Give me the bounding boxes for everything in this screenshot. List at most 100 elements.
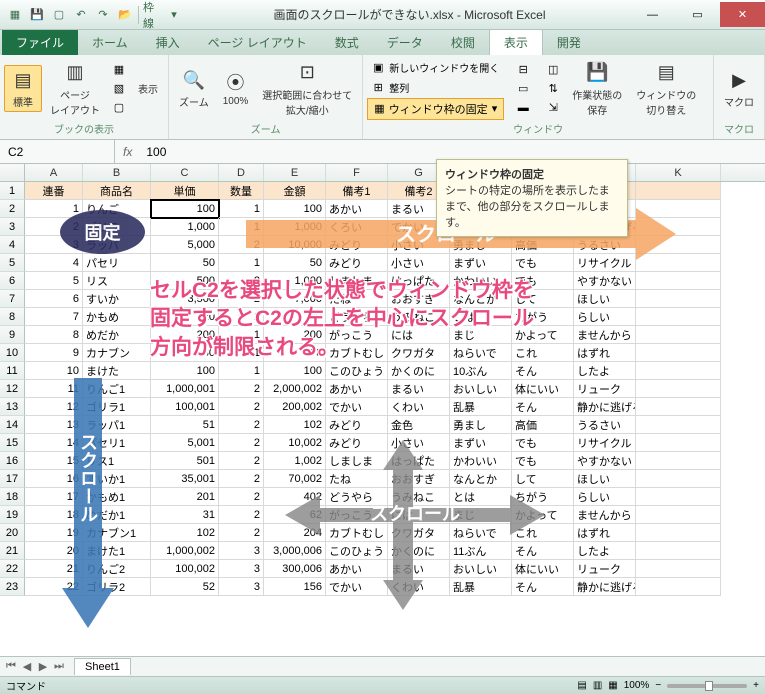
cell[interactable]: めだか	[83, 326, 151, 344]
cell[interactable]: 乱暴	[450, 398, 512, 416]
cell[interactable]: 2	[219, 434, 264, 452]
view-sidebyside-button[interactable]: ◫	[542, 61, 564, 79]
row-header[interactable]: 3	[0, 218, 25, 236]
row-header[interactable]: 12	[0, 380, 25, 398]
tab-ページ レイアウト[interactable]: ページ レイアウト	[194, 30, 321, 55]
cell[interactable]: 備考1	[326, 182, 388, 200]
row-header[interactable]: 21	[0, 542, 25, 560]
new-window-button[interactable]: ▣新しいウィンドウを開く	[367, 58, 504, 77]
cell[interactable]: 4	[25, 254, 83, 272]
cell[interactable]: 6	[25, 290, 83, 308]
cell[interactable]: リサイクル	[574, 434, 636, 452]
view-page-layout-icon[interactable]: ▥	[593, 680, 602, 691]
excel-icon[interactable]: ▦	[6, 6, 24, 24]
row-header[interactable]: 7	[0, 290, 25, 308]
cell[interactable]: かもめ	[83, 308, 151, 326]
select-all-corner[interactable]	[0, 164, 25, 181]
row-header[interactable]: 20	[0, 524, 25, 542]
cell[interactable]: 102	[264, 416, 326, 434]
cell[interactable]: 100	[151, 362, 219, 380]
cell[interactable]: くわい	[388, 398, 450, 416]
cell[interactable]: 静かに逃げろ	[574, 398, 636, 416]
open-icon[interactable]: 📂	[116, 6, 134, 24]
row-header[interactable]: 19	[0, 506, 25, 524]
row-header[interactable]: 8	[0, 308, 25, 326]
cell[interactable]: 102	[151, 524, 219, 542]
zoom-slider-thumb[interactable]	[705, 681, 713, 691]
row-header[interactable]: 23	[0, 578, 25, 596]
close-button[interactable]: ✕	[720, 2, 765, 27]
cell[interactable]: パセリ	[83, 254, 151, 272]
row-header[interactable]: 1	[0, 182, 25, 200]
cell[interactable]: 201	[151, 488, 219, 506]
macros-button[interactable]: ▶マクロ	[718, 66, 760, 111]
fx-icon[interactable]: fx	[115, 145, 140, 159]
cell[interactable]: 体にいい	[512, 380, 574, 398]
cell[interactable]	[636, 506, 721, 524]
cell[interactable]: 1,000,001	[151, 380, 219, 398]
cell[interactable]: 7	[25, 308, 83, 326]
cell[interactable]: 数量	[219, 182, 264, 200]
row-header[interactable]: 9	[0, 326, 25, 344]
row-header[interactable]: 16	[0, 452, 25, 470]
tab-校閲[interactable]: 校閲	[437, 30, 489, 55]
cell[interactable]	[636, 560, 721, 578]
cell[interactable]: カナブン	[83, 344, 151, 362]
cell[interactable]: リューク	[574, 560, 636, 578]
zoom-button[interactable]: 🔍ズーム	[173, 66, 215, 111]
cell[interactable]: 1	[219, 362, 264, 380]
cell[interactable]	[636, 578, 721, 596]
row-header[interactable]: 15	[0, 434, 25, 452]
cell[interactable]: 金色	[388, 416, 450, 434]
cell[interactable]: ほしい	[574, 470, 636, 488]
cell[interactable]: 2	[219, 470, 264, 488]
col-header-B[interactable]: B	[83, 164, 151, 181]
cell[interactable]: 9	[25, 344, 83, 362]
row-header[interactable]: 14	[0, 416, 25, 434]
tab-開発[interactable]: 開発	[543, 30, 595, 55]
cell[interactable]	[636, 524, 721, 542]
show-group-button[interactable]: 表示	[132, 79, 164, 98]
tab-表示[interactable]: 表示	[489, 29, 543, 55]
row-header[interactable]: 18	[0, 488, 25, 506]
col-header-C[interactable]: C	[151, 164, 219, 181]
hide-button[interactable]: ▭	[512, 80, 534, 98]
sheet-nav-prev[interactable]: ◀	[20, 660, 34, 673]
split-button[interactable]: ⊟	[512, 61, 534, 79]
cell[interactable]	[636, 434, 721, 452]
cell[interactable]: 2	[219, 452, 264, 470]
tab-数式[interactable]: 数式	[321, 30, 373, 55]
cell[interactable]: やすかない	[574, 452, 636, 470]
cell[interactable]: うるさい	[574, 416, 636, 434]
row-header[interactable]: 5	[0, 254, 25, 272]
cell[interactable]: 高価	[512, 416, 574, 434]
cell[interactable]: したよ	[574, 362, 636, 380]
cell[interactable]: でかい	[326, 398, 388, 416]
row-header[interactable]: 22	[0, 560, 25, 578]
cell[interactable]: 100	[151, 200, 219, 218]
cell[interactable]: 51	[151, 416, 219, 434]
col-header-D[interactable]: D	[219, 164, 264, 181]
page-layout-view-button[interactable]: ▥ページ レイアウト	[44, 59, 106, 119]
cell[interactable]	[636, 344, 721, 362]
cell[interactable]	[636, 470, 721, 488]
tab-ホーム[interactable]: ホーム	[78, 30, 142, 55]
cell[interactable]: ませんから	[574, 506, 636, 524]
cell[interactable]: やすかない	[574, 272, 636, 290]
maximize-button[interactable]: ▭	[675, 2, 720, 27]
cell[interactable]	[636, 416, 721, 434]
row-header[interactable]: 6	[0, 272, 25, 290]
cell[interactable]: 501	[151, 452, 219, 470]
row-header[interactable]: 2	[0, 200, 25, 218]
pagebreak-preview-button[interactable]: ▦	[108, 61, 130, 79]
minimize-button[interactable]: —	[630, 2, 675, 27]
cell[interactable]: すいか	[83, 290, 151, 308]
cell[interactable]: 200,002	[264, 398, 326, 416]
cell[interactable]: 3	[219, 560, 264, 578]
cell[interactable]: 2,000,002	[264, 380, 326, 398]
col-header-F[interactable]: F	[326, 164, 388, 181]
row-header[interactable]: 10	[0, 344, 25, 362]
gridlines-dropdown-label[interactable]: 枠線	[143, 6, 161, 24]
cell[interactable]	[636, 452, 721, 470]
cell[interactable]: 勇まし	[450, 416, 512, 434]
